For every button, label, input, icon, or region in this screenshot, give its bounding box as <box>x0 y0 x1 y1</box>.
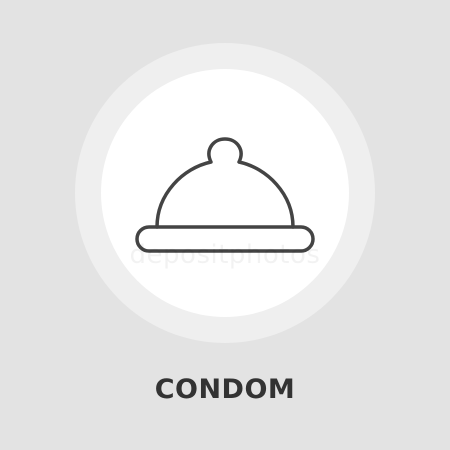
icon-caption: CONDOM <box>154 374 296 405</box>
